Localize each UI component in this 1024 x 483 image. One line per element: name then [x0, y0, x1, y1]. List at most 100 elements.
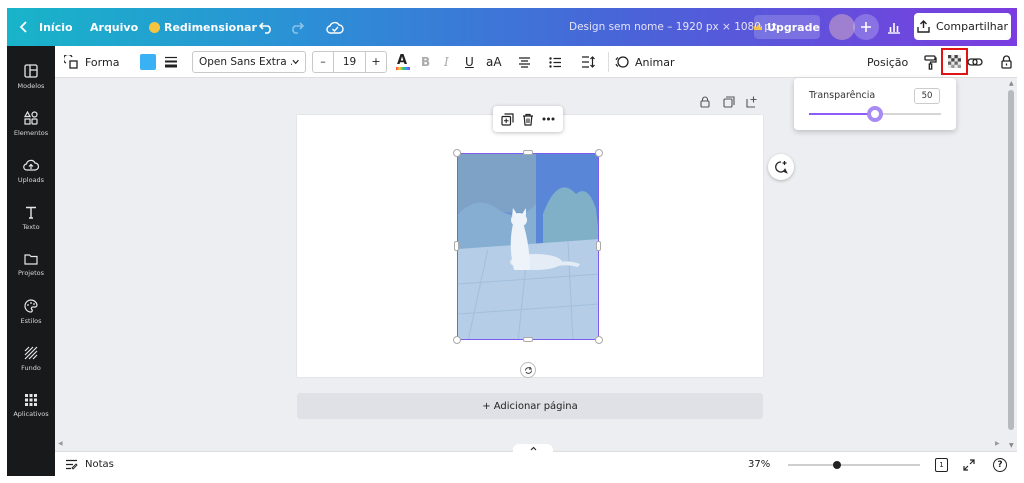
copy-style-button[interactable] [924, 46, 937, 78]
expand-icon [963, 458, 975, 471]
underline-button[interactable]: U [465, 46, 474, 78]
shape-button[interactable]: Forma [64, 46, 119, 78]
italic-button[interactable]: I [444, 46, 449, 78]
fullscreen-button[interactable] [963, 452, 975, 476]
animate-icon [615, 56, 629, 68]
scroll-down-arrow[interactable]: ▼ [1009, 442, 1014, 449]
undo-button[interactable] [257, 18, 275, 36]
help-button[interactable]: ? [993, 452, 1007, 476]
spacing-button[interactable] [581, 46, 595, 78]
sidebar-item-modelos[interactable]: Modelos [7, 54, 55, 100]
share-button[interactable]: Compartilhar [914, 13, 1011, 40]
page-actions [700, 96, 760, 110]
sidebar-item-uploads[interactable]: Uploads [7, 148, 55, 194]
plus-icon [861, 22, 871, 32]
add-page-icon[interactable] [746, 96, 758, 108]
sidebar-item-estilos[interactable]: Estilos [7, 289, 55, 335]
sidebar-item-label: Uploads [17, 175, 45, 184]
transparency-value-input[interactable]: 50 [914, 88, 940, 104]
font-size-increase[interactable]: + [365, 52, 386, 72]
avatar[interactable] [829, 14, 855, 40]
resize-handle-top-left[interactable] [453, 149, 461, 157]
text-icon [26, 206, 36, 219]
scroll-right-arrow[interactable]: ▶ [995, 440, 1000, 447]
transparency-slider-knob[interactable] [867, 106, 883, 122]
font-size-stepper[interactable]: – 19 + [312, 46, 387, 78]
lock-button[interactable] [1001, 46, 1012, 78]
border-style-button[interactable] [164, 46, 178, 78]
selected-image[interactable] [457, 153, 599, 340]
align-center-icon [519, 56, 530, 68]
resize-handle-left[interactable] [454, 241, 459, 251]
sidebar-item-aplicativos[interactable]: Aplicativos [7, 383, 55, 429]
bottom-bar: Notas 37% 1 ? [55, 444, 1017, 476]
list-button[interactable] [549, 46, 562, 78]
resize-handle-top[interactable] [523, 150, 533, 155]
resize-handle-bottom-right[interactable] [595, 336, 603, 344]
insights-button[interactable] [885, 18, 903, 36]
transparency-highlight [941, 47, 968, 75]
font-family-select[interactable]: Open Sans Extra ... [192, 46, 306, 78]
add-comment-button[interactable] [768, 154, 794, 180]
sidebar-item-fundo[interactable]: Fundo [7, 336, 55, 382]
font-size-decrease[interactable]: – [313, 52, 334, 72]
transparency-slider-track[interactable] [809, 106, 941, 122]
fill-color-swatch[interactable] [140, 46, 156, 78]
design-title[interactable]: Design sem nome – 1920 px × 1080 px [569, 8, 777, 46]
upgrade-button[interactable]: Upgrade [754, 15, 820, 39]
duplicate-page-icon[interactable] [723, 96, 735, 108]
page-count-value: 1 [939, 460, 944, 469]
top-bar: Início Arquivo Redimensionar Design sem … [7, 8, 1017, 46]
resize-button[interactable]: Redimensionar [149, 8, 257, 46]
position-button[interactable]: Posição [867, 46, 908, 78]
zoom-value[interactable]: 37% [748, 452, 770, 476]
text-color-icon: A [396, 53, 410, 71]
cloud-save-button[interactable] [325, 18, 345, 36]
sidebar-item-projetos[interactable]: Projetos [7, 242, 55, 288]
page-count-button[interactable]: 1 [935, 452, 948, 476]
sidebar-item-texto[interactable]: Texto [7, 195, 55, 241]
apps-grid-icon [25, 394, 37, 406]
notes-button[interactable]: Notas [65, 452, 114, 476]
redo-button[interactable] [287, 18, 305, 36]
bar-chart-icon [888, 22, 900, 34]
font-size-value[interactable]: 19 [334, 56, 365, 68]
add-page-button[interactable]: + Adicionar página [297, 393, 763, 419]
back-home-link[interactable]: Início [19, 8, 73, 46]
transparency-button[interactable] [941, 47, 968, 75]
letter-case-button[interactable]: aA [486, 46, 502, 78]
lock-page-icon[interactable] [700, 96, 710, 108]
sidebar-item-label: Fundo [21, 364, 41, 372]
rotate-handle[interactable] [520, 362, 536, 378]
text-color-button[interactable]: A [396, 46, 410, 78]
bold-button[interactable]: B [421, 46, 430, 78]
vertical-scroll-thumb[interactable] [1008, 90, 1014, 430]
collapse-pages-tab[interactable] [513, 444, 553, 453]
resize-handle-bottom[interactable] [523, 337, 533, 342]
sidebar-item-elementos[interactable]: Elementos [7, 101, 55, 147]
transparency-panel: Transparência 50 [794, 78, 956, 130]
shape-label: Forma [85, 55, 120, 69]
file-menu-label: Arquivo [90, 20, 139, 34]
transparency-slider-fill [809, 113, 875, 115]
scroll-up-arrow[interactable]: ▲ [1009, 80, 1014, 87]
zoom-slider-knob[interactable] [832, 460, 841, 469]
scroll-left-arrow[interactable]: ◀ [58, 440, 63, 447]
sidebar-item-label: Elementos [13, 129, 49, 137]
align-button[interactable] [518, 46, 531, 78]
resize-handle-right[interactable] [596, 241, 601, 251]
duplicate-icon[interactable] [501, 112, 514, 126]
animate-label: Animar [635, 55, 675, 69]
animate-button[interactable]: Animar [615, 46, 675, 78]
add-collaborator-button[interactable] [853, 14, 879, 40]
resize-handle-bottom-left[interactable] [453, 336, 461, 344]
link-button[interactable] [967, 46, 983, 78]
more-options-icon[interactable] [542, 117, 555, 121]
resize-handle-top-right[interactable] [595, 149, 603, 157]
vertical-scrollbar[interactable]: ▲ ▼ [1006, 78, 1017, 452]
trash-icon[interactable] [522, 113, 534, 126]
zoom-slider[interactable] [788, 452, 920, 476]
share-upload-icon [917, 20, 930, 33]
notes-icon [66, 459, 78, 470]
file-menu[interactable]: Arquivo [90, 8, 138, 46]
